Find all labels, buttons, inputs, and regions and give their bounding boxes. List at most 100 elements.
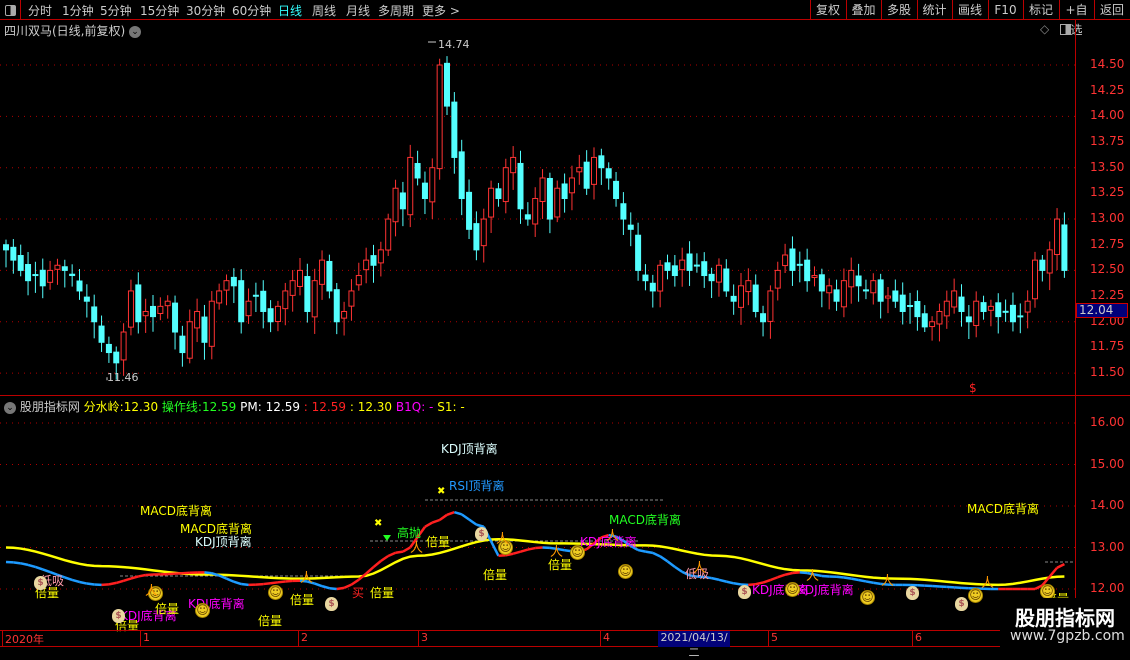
- candle-down: [790, 249, 795, 270]
- price-axis-tick: 11.75: [1090, 339, 1124, 353]
- candle-down: [18, 256, 23, 271]
- candle-down: [731, 296, 736, 301]
- fast-line-segment: [256, 584, 263, 585]
- candle-down: [672, 266, 677, 276]
- candle-down: [400, 193, 405, 209]
- price-axis-tick: 14.00: [1090, 108, 1124, 122]
- candle-up: [55, 265, 60, 269]
- fast-line-segment: [638, 550, 645, 552]
- candle-down: [518, 163, 523, 208]
- candle-down: [643, 275, 648, 281]
- candle-down: [253, 295, 258, 296]
- smiley-icon: ☺: [1040, 584, 1055, 599]
- money-bag-icon: $: [955, 597, 968, 611]
- low-price-label: 11.46: [107, 371, 139, 384]
- candle-up: [275, 306, 280, 321]
- signal-double-volume: 倍量: [258, 612, 282, 629]
- smiley-icon: ☺: [860, 590, 875, 605]
- runner-icon: 人: [606, 525, 619, 544]
- candle-down: [606, 169, 611, 178]
- star-marker: ✖: [437, 486, 445, 497]
- fsl-value: 12.30: [124, 400, 158, 414]
- candle-down: [1062, 225, 1067, 270]
- fast-line-segment: [102, 584, 109, 585]
- fast-line-segment: [80, 582, 87, 584]
- runner-icon: 人: [410, 537, 423, 556]
- candle-up: [378, 250, 383, 263]
- fast-line-segment: [844, 578, 851, 579]
- fast-line-segment: [72, 580, 79, 582]
- time-axis-label: 4: [600, 631, 610, 647]
- fast-line-segment: [778, 575, 785, 577]
- candle-up: [974, 301, 979, 325]
- value-red: : 12.59: [304, 400, 346, 414]
- indicator-axis-tick: 15.00: [1090, 457, 1124, 471]
- czx-label: 操作线:: [162, 400, 202, 414]
- money-bag-icon: $: [325, 597, 338, 611]
- candle-up: [739, 286, 744, 308]
- price-axis-tick: 11.50: [1090, 365, 1124, 379]
- fast-line-segment: [116, 581, 123, 583]
- candle-up: [158, 306, 163, 313]
- candle-down: [562, 184, 567, 199]
- fast-line-segment: [21, 563, 28, 565]
- fast-line-segment: [653, 553, 660, 556]
- runner-icon: 人: [145, 580, 158, 599]
- money-bag-icon: $: [906, 586, 919, 600]
- candle-down: [694, 265, 699, 266]
- candle-down: [62, 267, 67, 271]
- fast-line-segment: [278, 581, 285, 582]
- candle-up: [569, 178, 574, 193]
- fast-line-segment: [535, 548, 542, 549]
- candle-down: [981, 303, 986, 312]
- fast-line-segment: [146, 574, 153, 575]
- candle-up: [937, 311, 942, 323]
- fast-line-segment: [285, 581, 292, 582]
- fast-line-segment: [432, 520, 439, 523]
- fast-line-segment: [227, 579, 234, 582]
- fast-line-segment: [712, 578, 719, 580]
- time-axis-label: 1: [140, 631, 150, 647]
- candle-down: [452, 102, 457, 157]
- candle-down: [445, 63, 450, 106]
- candle-up: [393, 188, 398, 221]
- fast-line-segment: [204, 572, 211, 573]
- candle-down: [33, 275, 38, 276]
- candle-down: [636, 235, 641, 270]
- candle-down: [709, 274, 714, 280]
- indicator-axis-tick: 12.00: [1090, 581, 1124, 595]
- s1-value: S1: -: [437, 400, 464, 414]
- last-price-badge: 12.04: [1076, 303, 1128, 318]
- chart-canvas[interactable]: ✖✖: [0, 0, 1130, 650]
- candle-up: [841, 281, 846, 307]
- candle-down: [371, 256, 376, 266]
- fast-line-segment: [719, 580, 726, 582]
- candle-down: [922, 314, 927, 327]
- time-axis-cursor-date: 2021/04/13/二: [658, 631, 730, 647]
- candle-down: [761, 314, 766, 322]
- runner-icon: 人: [881, 570, 894, 589]
- candle-down: [40, 270, 45, 286]
- fast-line-segment: [792, 572, 799, 573]
- fast-line-segment: [109, 583, 116, 584]
- indicator-axis-tick: 14.00: [1090, 498, 1124, 512]
- candle-up: [827, 286, 832, 293]
- candle-up: [312, 281, 317, 317]
- time-axis-label: 2020年: [2, 631, 44, 647]
- fast-line-segment: [234, 582, 241, 584]
- fast-line-segment: [344, 585, 351, 588]
- candle-up: [290, 281, 295, 296]
- fast-line-segment: [1050, 568, 1057, 577]
- signal-kdj-top-divergence: KDJ顶背离: [441, 440, 498, 457]
- candle-up: [680, 260, 685, 270]
- candle-up: [349, 291, 354, 306]
- candle-down: [628, 225, 633, 229]
- price-axis-tick: 13.50: [1090, 160, 1124, 174]
- candle-up: [187, 322, 192, 358]
- signal-double-volume: 倍量: [483, 566, 507, 583]
- chevron-down-icon[interactable]: ⌄: [4, 402, 16, 414]
- fast-line-segment: [521, 550, 528, 552]
- candle-down: [1003, 311, 1008, 312]
- candle-down: [547, 178, 552, 219]
- candle-down: [834, 290, 839, 301]
